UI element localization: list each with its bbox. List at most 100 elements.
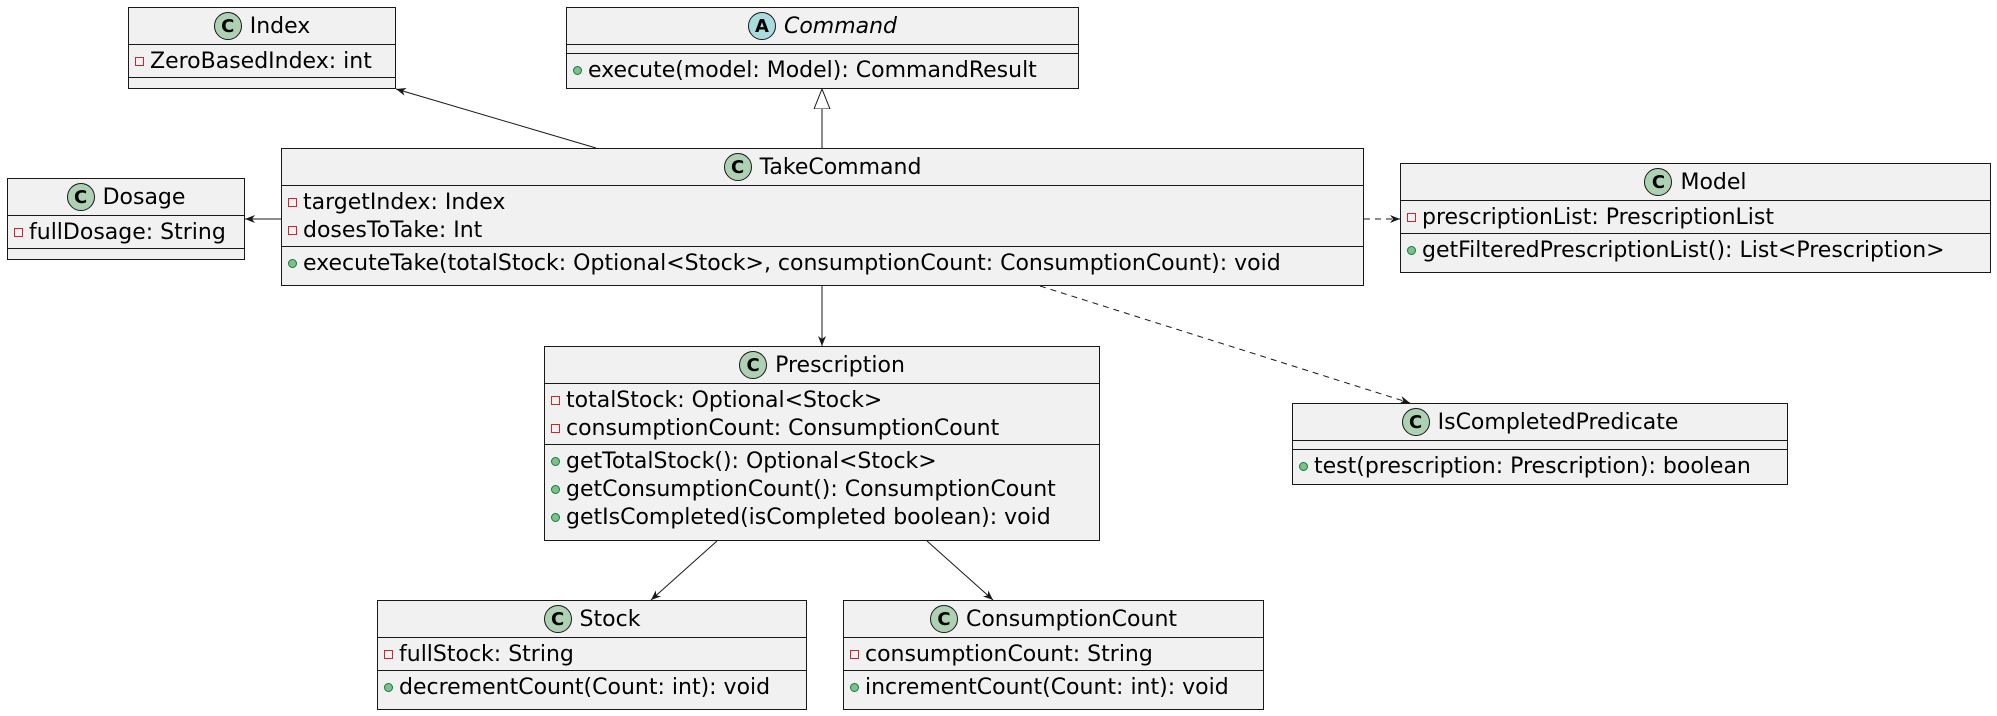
class-badge-icon: C (739, 351, 768, 379)
class-badge-icon: C (213, 12, 242, 40)
field-text: consumptionCount: ConsumptionCount (566, 415, 1000, 441)
methods-section (8, 249, 244, 257)
class-badge-icon: C (1644, 168, 1673, 196)
field-row: ZeroBasedIndex: int (129, 47, 395, 75)
fields-section: ZeroBasedIndex: int (129, 45, 395, 78)
private-visibility-icon (288, 225, 297, 235)
class-model[interactable]: C Model prescriptionList: PrescriptionLis… (1400, 163, 1991, 273)
field-row: totalStock: Optional<Stock> (545, 386, 1099, 414)
private-visibility-icon (551, 395, 560, 405)
field-row: consumptionCount: ConsumptionCount (545, 414, 1099, 442)
class-name: Dosage (102, 184, 186, 210)
private-visibility-icon (135, 56, 144, 66)
private-visibility-icon (288, 197, 297, 207)
class-stock-header: C Stock (378, 601, 806, 638)
field-row: dosesToTake: Int (282, 216, 1363, 244)
class-iscompletedpredicate[interactable]: C IsCompletedPredicate test(prescription:… (1292, 403, 1788, 485)
field-text: totalStock: Optional<Stock> (566, 387, 883, 413)
methods-section: test(prescription: Prescription): boolea… (1293, 450, 1787, 482)
class-takecommand[interactable]: C TakeCommand targetIndex: Index dosesToT… (281, 148, 1364, 286)
public-visibility-icon (288, 258, 297, 268)
class-badge-icon: C (66, 183, 95, 211)
field-text: dosesToTake: Int (303, 217, 483, 243)
field-row: consumptionCount: String (844, 640, 1263, 668)
methods-section: getTotalStock(): Optional<Stock> getCons… (545, 445, 1099, 533)
methods-section: getFilteredPrescriptionList(): List<Pres… (1401, 234, 1990, 266)
class-name: Prescription (775, 352, 905, 378)
class-prescription[interactable]: C Prescription totalStock: Optional<Stock… (544, 346, 1100, 541)
method-row: getTotalStock(): Optional<Stock> (545, 447, 1099, 475)
public-visibility-icon (573, 65, 582, 75)
class-index[interactable]: C Index ZeroBasedIndex: int (128, 7, 396, 89)
methods-section: incrementCount(Count: int): void (844, 671, 1263, 703)
methods-section (129, 78, 395, 86)
class-name: TakeCommand (759, 154, 922, 180)
class-takecommand-header: C TakeCommand (282, 149, 1363, 186)
fields-section (1293, 441, 1787, 450)
class-name: Index (249, 13, 311, 39)
class-prescription-header: C Prescription (545, 347, 1099, 384)
public-visibility-icon (384, 682, 393, 692)
field-row: fullStock: String (378, 640, 806, 668)
private-visibility-icon (384, 649, 393, 659)
class-stock[interactable]: C Stock fullStock: String decrementCount(… (377, 600, 807, 710)
method-row: getConsumptionCount(): ConsumptionCount (545, 475, 1099, 503)
class-consumptioncount[interactable]: C ConsumptionCount consumptionCount: Stri… (843, 600, 1264, 710)
fields-section: prescriptionList: PrescriptionList (1401, 201, 1990, 234)
class-index-header: C Index (129, 8, 395, 45)
method-row: incrementCount(Count: int): void (844, 673, 1263, 701)
methods-section: execute(model: Model): CommandResult (567, 54, 1078, 86)
method-text: getIsCompleted(isCompleted boolean): voi… (566, 504, 1051, 530)
method-text: getFilteredPrescriptionList(): List<Pres… (1422, 237, 1945, 263)
method-row: executeTake(totalStock: Optional<Stock>,… (282, 249, 1363, 277)
field-text: ZeroBasedIndex: int (150, 48, 372, 74)
class-command-header: A Command (567, 8, 1078, 45)
method-row: decrementCount(Count: int): void (378, 673, 806, 701)
class-command[interactable]: A Command execute(model: Model): CommandR… (566, 7, 1079, 89)
fields-section: fullDosage: String (8, 216, 244, 249)
class-name: IsCompletedPredicate (1437, 409, 1679, 435)
method-text: test(prescription: Prescription): boolea… (1314, 453, 1751, 479)
class-iscompletedpredicate-header: C IsCompletedPredicate (1293, 404, 1787, 441)
methods-section: decrementCount(Count: int): void (378, 671, 806, 703)
methods-section: executeTake(totalStock: Optional<Stock>,… (282, 247, 1363, 279)
fields-section: targetIndex: Index dosesToTake: Int (282, 186, 1363, 247)
private-visibility-icon (850, 649, 859, 659)
private-visibility-icon (1407, 212, 1416, 222)
field-text: fullStock: String (399, 641, 574, 667)
field-text: consumptionCount: String (865, 641, 1153, 667)
class-name: Command (783, 13, 898, 39)
class-badge-icon: C (723, 153, 752, 181)
class-dosage-header: C Dosage (8, 179, 244, 216)
method-text: getConsumptionCount(): ConsumptionCount (566, 476, 1056, 502)
method-text: getTotalStock(): Optional<Stock> (566, 448, 937, 474)
edge-prescription-to-stock (650, 540, 718, 601)
class-badge-icon: C (543, 605, 572, 633)
field-text: prescriptionList: PrescriptionList (1422, 204, 1774, 230)
method-text: incrementCount(Count: int): void (865, 674, 1229, 700)
public-visibility-icon (1299, 461, 1308, 471)
fields-section: consumptionCount: String (844, 638, 1263, 671)
method-text: execute(model: Model): CommandResult (588, 57, 1037, 83)
method-row: getFilteredPrescriptionList(): List<Pres… (1401, 236, 1990, 264)
field-row: fullDosage: String (8, 218, 244, 246)
class-badge-icon: C (929, 605, 958, 633)
method-row: getIsCompleted(isCompleted boolean): voi… (545, 503, 1099, 531)
class-consumptioncount-header: C ConsumptionCount (844, 601, 1263, 638)
public-visibility-icon (1407, 245, 1416, 255)
field-text: targetIndex: Index (303, 189, 506, 215)
public-visibility-icon (551, 512, 560, 522)
edge-takecommand-to-index (395, 87, 597, 149)
fields-section: fullStock: String (378, 638, 806, 671)
class-name: ConsumptionCount (965, 606, 1178, 632)
class-name: Model (1680, 169, 1747, 195)
private-visibility-icon (551, 423, 560, 433)
private-visibility-icon (14, 227, 23, 237)
class-dosage[interactable]: C Dosage fullDosage: String (7, 178, 245, 260)
method-row: execute(model: Model): CommandResult (567, 56, 1078, 84)
method-row: test(prescription: Prescription): boolea… (1293, 452, 1787, 480)
field-row: prescriptionList: PrescriptionList (1401, 203, 1990, 231)
public-visibility-icon (850, 682, 859, 692)
class-model-header: C Model (1401, 164, 1990, 201)
abstract-badge-icon: A (747, 12, 776, 40)
